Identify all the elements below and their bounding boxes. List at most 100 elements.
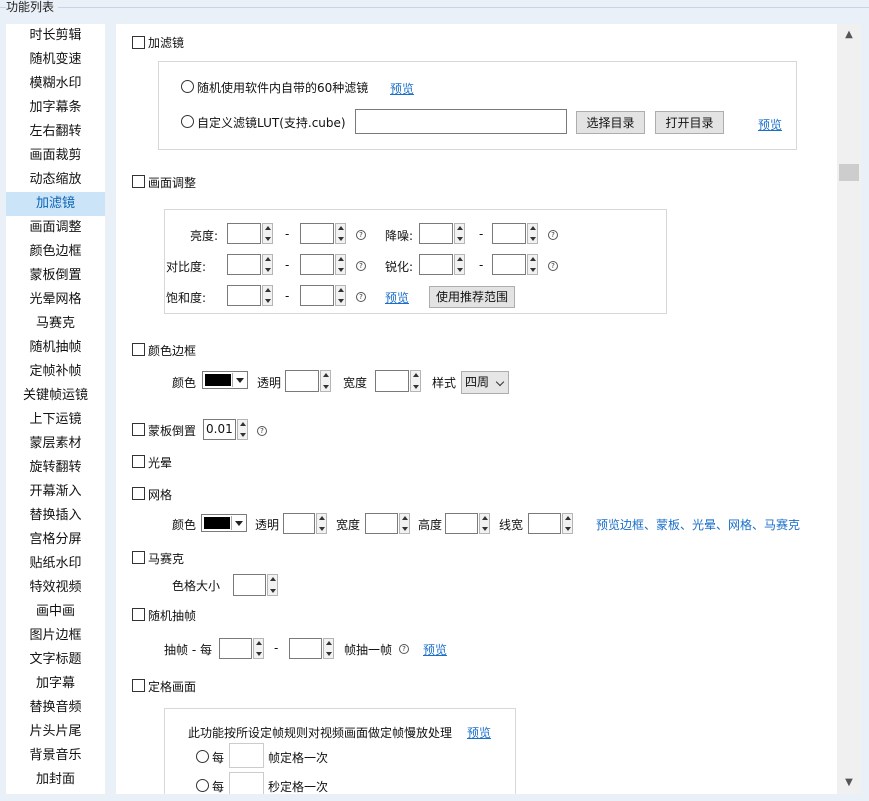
sidebar-item[interactable]: 文字标题 <box>6 648 105 672</box>
contrast-max-spinner[interactable] <box>335 254 346 275</box>
drop-checkbox[interactable] <box>132 608 145 621</box>
sidebar-item[interactable]: 加封面 <box>6 768 105 792</box>
sidebar-item[interactable]: 动态缩放 <box>6 168 105 192</box>
mosaic-cell-spinner[interactable] <box>267 574 278 596</box>
sidebar-item[interactable]: 替换音频 <box>6 696 105 720</box>
saturation-max-spinner[interactable] <box>335 285 346 306</box>
drop-min-spinner[interactable] <box>253 638 264 659</box>
border-width-input[interactable] <box>375 370 409 392</box>
vertical-scrollbar[interactable]: ▲ ▼ <box>837 24 861 794</box>
sidebar-item[interactable]: 加滤镜 <box>6 192 105 216</box>
sharpen-max-input[interactable] <box>492 254 526 275</box>
brightness-max-spinner[interactable] <box>335 223 346 244</box>
border-width-spinner[interactable] <box>410 370 421 392</box>
sharpen-max-spinner[interactable] <box>527 254 538 275</box>
saturation-max-input[interactable] <box>300 285 334 306</box>
mask-value-spinner[interactable] <box>237 419 248 440</box>
sidebar-item[interactable]: 蒙板倒置 <box>6 264 105 288</box>
sidebar-item[interactable]: 定帧补帧 <box>6 360 105 384</box>
grid-width-spinner[interactable] <box>399 513 410 534</box>
sharpen-help-icon[interactable]: ? <box>548 261 558 271</box>
open-dir-button[interactable]: 打开目录 <box>655 111 724 134</box>
brightness-min-spinner[interactable] <box>262 223 273 244</box>
mask-checkbox[interactable] <box>132 423 145 436</box>
sidebar-item[interactable]: 马赛克 <box>6 312 105 336</box>
sidebar-item[interactable]: 关键帧运镜 <box>6 384 105 408</box>
sidebar-item[interactable]: 宫格分屏 <box>6 528 105 552</box>
border-alpha-spinner[interactable] <box>320 370 331 392</box>
adjust-checkbox[interactable] <box>132 175 145 188</box>
adjust-preview-link[interactable]: 预览 <box>385 289 409 306</box>
sidebar-item[interactable]: 画面调整 <box>6 216 105 240</box>
grid-color-picker[interactable] <box>201 514 247 532</box>
scrollbar-thumb[interactable] <box>839 164 859 181</box>
sidebar-item[interactable]: 替换插入 <box>6 504 105 528</box>
mosaic-checkbox[interactable] <box>132 551 145 564</box>
sidebar-item[interactable]: 随机变速 <box>6 48 105 72</box>
drop-min-input[interactable] <box>219 638 252 659</box>
sidebar-item[interactable]: 加字幕条 <box>6 96 105 120</box>
contrast-help-icon[interactable]: ? <box>356 261 366 271</box>
sidebar-item[interactable]: 画面裁剪 <box>6 144 105 168</box>
drop-preview-link[interactable]: 预览 <box>423 641 447 658</box>
denoise-min-spinner[interactable] <box>454 223 465 244</box>
grid-width-input[interactable] <box>365 513 398 534</box>
denoise-max-spinner[interactable] <box>527 223 538 244</box>
grid-height-input[interactable] <box>445 513 478 534</box>
denoise-help-icon[interactable]: ? <box>548 230 558 240</box>
use-recommended-button[interactable]: 使用推荐范围 <box>429 286 515 308</box>
drop-max-input[interactable] <box>289 638 322 659</box>
sidebar-item[interactable]: 开幕渐入 <box>6 480 105 504</box>
grid-alpha-spinner[interactable] <box>316 513 327 534</box>
freeze-second-input[interactable] <box>229 772 264 794</box>
contrast-min-spinner[interactable] <box>262 254 273 275</box>
sidebar-item[interactable]: 模糊水印 <box>6 72 105 96</box>
contrast-max-input[interactable] <box>300 254 334 275</box>
sidebar-item[interactable]: 左右翻转 <box>6 120 105 144</box>
sidebar-item[interactable]: 图片边框 <box>6 624 105 648</box>
sidebar-item[interactable]: 蒙层素材 <box>6 432 105 456</box>
scroll-down-icon[interactable]: ▼ <box>837 774 861 792</box>
border-checkbox[interactable] <box>132 343 145 356</box>
mask-value-input[interactable]: 0.01 <box>203 419 236 440</box>
brightness-max-input[interactable] <box>300 223 334 244</box>
brightness-help-icon[interactable]: ? <box>356 230 366 240</box>
grid-preview-link[interactable]: 预览边框、蒙板、光晕、网格、马赛克 <box>596 516 800 533</box>
denoise-min-input[interactable] <box>419 223 453 244</box>
sidebar-item[interactable]: 随机抽帧 <box>6 336 105 360</box>
drop-help-icon[interactable]: ? <box>399 644 409 654</box>
sidebar-item[interactable]: 特效视频 <box>6 576 105 600</box>
denoise-max-input[interactable] <box>492 223 526 244</box>
mosaic-cell-input[interactable] <box>233 574 266 596</box>
filter-checkbox[interactable] <box>132 36 145 49</box>
border-alpha-input[interactable] <box>285 370 319 392</box>
grid-line-spinner[interactable] <box>562 513 573 534</box>
filter-preview-link[interactable]: 预览 <box>390 80 414 97</box>
choose-dir-button[interactable]: 选择目录 <box>576 111 645 134</box>
sidebar-item[interactable]: 旋转翻转 <box>6 456 105 480</box>
sidebar-item[interactable]: 背景音乐 <box>6 744 105 768</box>
saturation-min-spinner[interactable] <box>262 285 273 306</box>
freeze-frame-input[interactable] <box>229 743 264 768</box>
freeze-preview-link[interactable]: 预览 <box>467 724 491 741</box>
freeze-frame-radio[interactable] <box>196 750 209 763</box>
filter-lut-radio[interactable] <box>181 115 194 128</box>
saturation-min-input[interactable] <box>227 285 261 306</box>
sidebar-item[interactable]: 加字幕 <box>6 672 105 696</box>
border-style-select[interactable]: 四周 <box>461 371 509 394</box>
drop-max-spinner[interactable] <box>323 638 334 659</box>
scroll-up-icon[interactable]: ▲ <box>837 26 861 44</box>
brightness-min-input[interactable] <box>227 223 261 244</box>
mask-help-icon[interactable]: ? <box>257 426 267 436</box>
filter-random-radio[interactable] <box>181 80 194 93</box>
grid-checkbox[interactable] <box>132 487 145 500</box>
sharpen-min-input[interactable] <box>419 254 453 275</box>
sidebar-item[interactable]: 上下运镜 <box>6 408 105 432</box>
sidebar-item[interactable]: 光晕网格 <box>6 288 105 312</box>
saturation-help-icon[interactable]: ? <box>356 292 366 302</box>
lut-preview-link[interactable]: 预览 <box>758 116 782 133</box>
contrast-min-input[interactable] <box>227 254 261 275</box>
freeze-second-radio[interactable] <box>196 779 209 792</box>
sidebar-item[interactable]: 片头片尾 <box>6 720 105 744</box>
lut-path-input[interactable] <box>355 109 567 134</box>
